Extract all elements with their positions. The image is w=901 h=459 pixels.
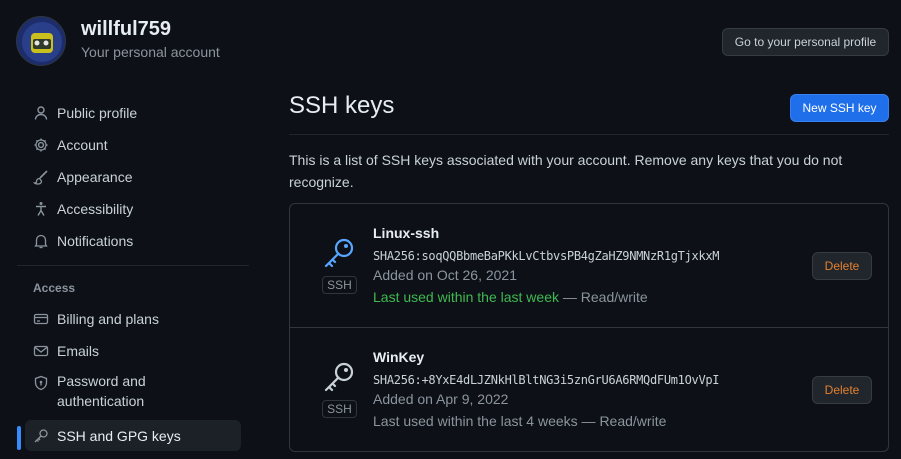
title-divider [289,134,889,135]
active-indicator [17,426,21,450]
sidebar-item-label: Account [57,136,108,153]
sidebar-item-emails[interactable]: Emails [25,335,241,366]
sidebar-item-public-profile[interactable]: Public profile [25,97,241,128]
sidebar-item-ssh-gpg-keys[interactable]: SSH and GPG keys [25,420,241,451]
delete-key-button[interactable]: Delete [812,376,872,404]
credit-card-icon [33,313,49,325]
go-to-profile-button[interactable]: Go to your personal profile [722,28,889,56]
key-added-date: Added on Oct 26, 2021 [373,267,517,283]
key-icon [34,429,48,443]
paintbrush-icon [33,170,48,185]
ssh-key-item: SSH Linux-ssh SHA256:soqQQBbmeBaPKkLvCtb… [290,204,888,327]
sidebar-heading-access: Access [33,281,76,295]
sidebar-item-label: Notifications [57,232,134,249]
sidebar-item-appearance[interactable]: Appearance [25,161,241,192]
key-added-date: Added on Apr 9, 2022 [373,391,509,407]
key-last-used: Last used within the last week — Read/wr… [373,289,648,305]
sidebar-item-billing[interactable]: Billing and plans [25,303,241,334]
account-subtitle: Your personal account [81,44,220,60]
sidebar-item-label: SSH and GPG keys [57,427,181,444]
ssh-keys-description: This is a list of SSH keys associated wi… [289,152,843,190]
key-icon [324,362,354,392]
sidebar-item-label: Appearance [57,168,133,185]
mail-icon [33,345,49,357]
key-fingerprint: SHA256:soqQQBbmeBaPKkLvCtbvsPB4gZaHZ9NMN… [373,249,720,263]
sidebar-item-label: Public profile [57,104,138,121]
delete-key-button[interactable]: Delete [812,252,872,280]
key-title: WinKey [373,349,425,365]
sidebar-item-accessibility[interactable]: Accessibility [25,193,241,224]
page-title: SSH keys [289,92,395,119]
key-type-badge: SSH [322,276,357,294]
key-last-used-text: Last used within the last week [373,289,559,305]
account-username[interactable]: willful759 [81,18,171,41]
accessibility-icon [36,202,46,216]
sidebar-item-account[interactable]: Account [25,129,241,160]
avatar[interactable] [16,16,66,66]
sidebar-item-label: Accessibility [57,200,134,217]
new-ssh-key-button[interactable]: New SSH key [790,94,889,122]
key-type-badge: SSH [322,400,357,418]
key-title: Linux-ssh [373,225,440,241]
sidebar-item-label: Password and authentication [57,373,146,409]
ssh-key-item: SSH WinKey SHA256:+8YxE4dLJZNkHlBltNG3i5… [290,327,888,450]
ssh-keys-list: SSH Linux-ssh SHA256:soqQQBbmeBaPKkLvCtb… [289,203,889,452]
person-icon [34,106,48,120]
bell-icon [34,234,48,249]
gear-icon [34,138,48,152]
key-access-level: — Read/write [577,413,667,429]
sidebar-divider [17,265,249,266]
account-header: willful759 Your personal account Go to y… [0,0,901,80]
key-last-used: Last used within the last 4 weeks — Read… [373,413,666,429]
sidebar-item-notifications[interactable]: Notifications [25,225,241,256]
key-last-used-text: Last used within the last 4 weeks [373,413,578,429]
sidebar-item-label: Billing and plans [57,310,159,327]
shield-lock-icon [34,375,48,391]
key-fingerprint: SHA256:+8YxE4dLJZNkHlBltNG3i5znGrU6A6RMQ… [373,373,720,387]
sidebar-item-label: Emails [57,342,100,359]
key-access-level: — Read/write [559,289,648,305]
sidebar-item-password-authentication[interactable]: Password and authentication [25,367,241,411]
key-icon [324,238,354,268]
